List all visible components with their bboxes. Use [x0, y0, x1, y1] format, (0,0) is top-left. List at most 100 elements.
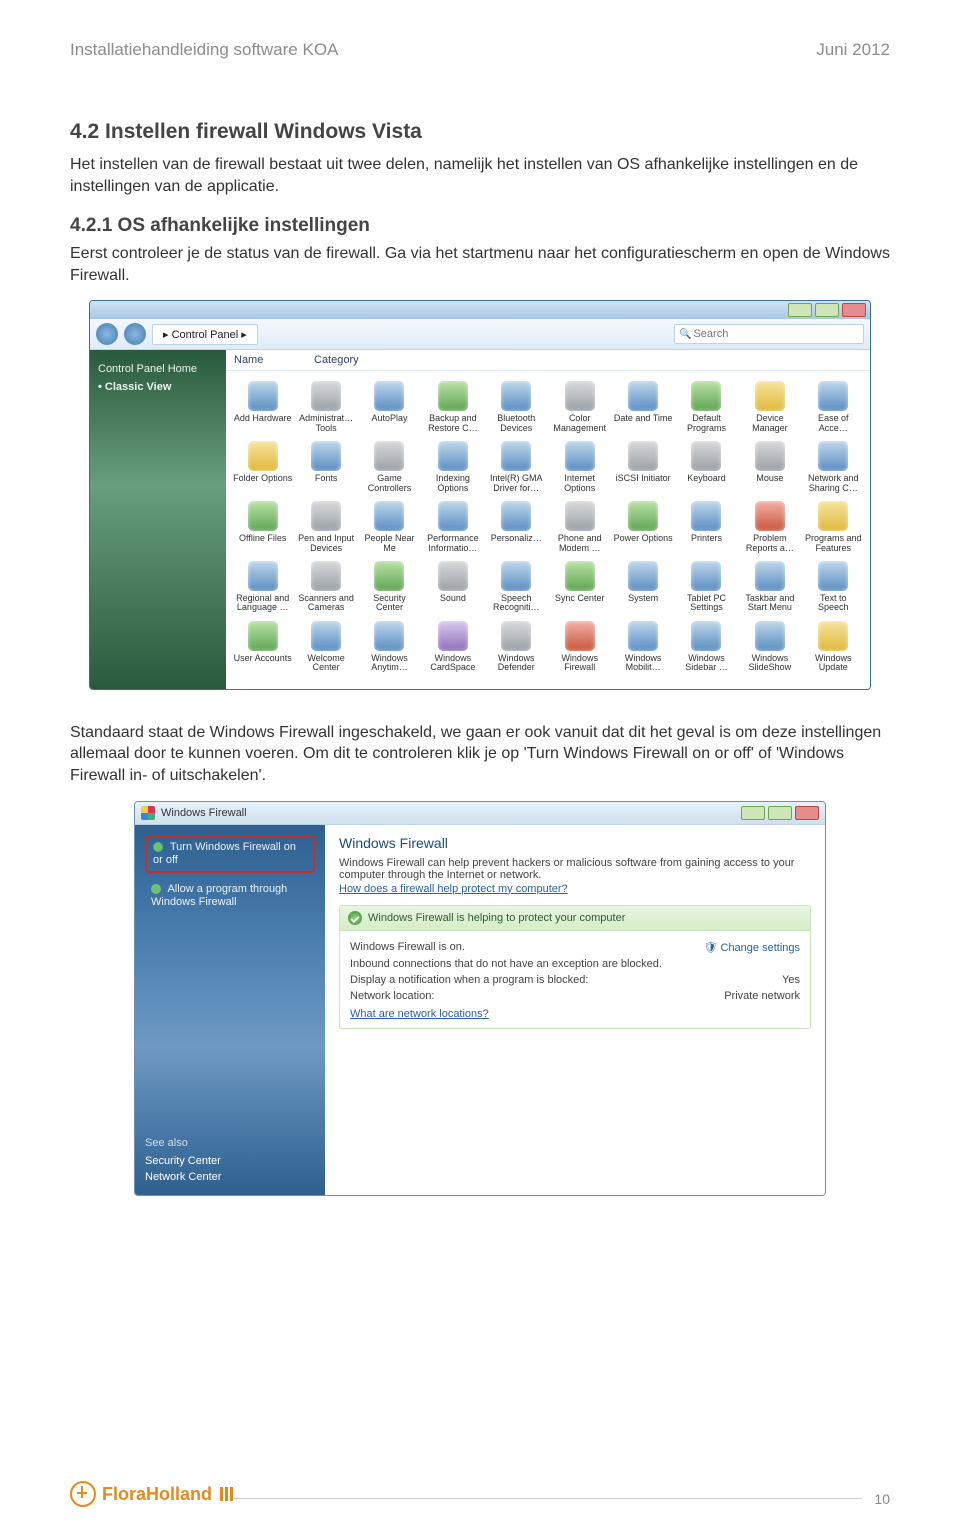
sidebar-item-classic[interactable]: • Classic View	[98, 378, 218, 396]
cp-item[interactable]: Performance Informatio…	[422, 499, 483, 555]
control-panel-window: ▸ Control Panel ▸ 🔍 Control Panel Home •…	[89, 300, 871, 689]
check-icon	[348, 911, 362, 925]
cp-item[interactable]: Problem Reports a…	[739, 499, 800, 555]
cp-item[interactable]: Backup and Restore C…	[422, 379, 483, 435]
cp-item[interactable]: Pen and Input Devices	[295, 499, 356, 555]
cp-item[interactable]: Personaliz…	[486, 499, 547, 555]
cp-item-icon	[501, 381, 531, 411]
search-box[interactable]: 🔍	[674, 324, 864, 344]
cp-item[interactable]: Scanners and Cameras	[295, 559, 356, 615]
nav-forward-icon[interactable]	[124, 323, 146, 345]
cp-item[interactable]: Phone and Modem …	[549, 499, 610, 555]
cp-item-label: Speech Recogniti…	[487, 594, 546, 613]
cp-item[interactable]: Power Options	[612, 499, 673, 555]
col-category[interactable]: Category	[314, 354, 359, 366]
cp-item[interactable]: People Near Me	[359, 499, 420, 555]
firewall-window-title: Windows Firewall	[161, 807, 247, 819]
nav-back-icon[interactable]	[96, 323, 118, 345]
cp-item[interactable]: Taskbar and Start Menu	[739, 559, 800, 615]
breadcrumb[interactable]: ▸ Control Panel ▸	[152, 324, 258, 345]
status-banner-text: Windows Firewall is helping to protect y…	[368, 912, 625, 924]
network-locations-help-link[interactable]: What are network locations?	[350, 1008, 489, 1020]
cp-item[interactable]: Windows SlideShow	[739, 619, 800, 675]
cp-item[interactable]: Intel(R) GMA Driver for…	[486, 439, 547, 495]
post-cp-text: Standaard staat de Windows Firewall inge…	[70, 722, 890, 787]
cp-item-icon	[501, 561, 531, 591]
cp-item[interactable]: Programs and Features	[803, 499, 864, 555]
cp-item[interactable]: Windows Update	[803, 619, 864, 675]
cp-item[interactable]: Ease of Acce…	[803, 379, 864, 435]
cp-item[interactable]: Printers	[676, 499, 737, 555]
cp-item[interactable]: AutoPlay	[359, 379, 420, 435]
cp-item-icon	[818, 381, 848, 411]
cp-item[interactable]: User Accounts	[232, 619, 293, 675]
minimize-button[interactable]	[788, 303, 812, 317]
cp-item[interactable]: Windows Sidebar …	[676, 619, 737, 675]
cp-item[interactable]: System	[612, 559, 673, 615]
cp-item[interactable]: Folder Options	[232, 439, 293, 495]
cp-item-icon	[628, 501, 658, 531]
cp-item-label: Ease of Acce…	[804, 414, 863, 433]
cp-item-icon	[755, 381, 785, 411]
firewall-window: Windows Firewall Turn Windows Firewall o…	[134, 801, 826, 1196]
change-settings-link[interactable]: 🛡 Change settings	[703, 941, 800, 954]
minimize-button[interactable]	[741, 806, 765, 820]
address-bar: ▸ Control Panel ▸ 🔍	[90, 319, 870, 350]
cp-item[interactable]: Windows Defender	[486, 619, 547, 675]
cp-item[interactable]: Default Programs	[676, 379, 737, 435]
task-allow-program[interactable]: Allow a program through Windows Firewall	[145, 881, 315, 911]
cp-item[interactable]: Game Controllers	[359, 439, 420, 495]
cp-item-label: Welcome Center	[296, 654, 355, 673]
cp-item[interactable]: Sound	[422, 559, 483, 615]
see-also-security-center[interactable]: Security Center	[145, 1153, 315, 1169]
cp-item[interactable]: Date and Time	[612, 379, 673, 435]
cp-item[interactable]: Speech Recogniti…	[486, 559, 547, 615]
cp-item[interactable]: Windows Anytim…	[359, 619, 420, 675]
cp-item[interactable]: Color Management	[549, 379, 610, 435]
shield-icon	[141, 806, 155, 820]
close-button[interactable]	[842, 303, 866, 317]
cp-item[interactable]: Network and Sharing C…	[803, 439, 864, 495]
cp-item[interactable]: Text to Speech	[803, 559, 864, 615]
cp-item[interactable]: Sync Center	[549, 559, 610, 615]
cp-item[interactable]: Windows CardSpace	[422, 619, 483, 675]
help-link[interactable]: How does a firewall help protect my comp…	[339, 883, 568, 895]
cp-item[interactable]: Add Hardware	[232, 379, 293, 435]
cp-item[interactable]: Fonts	[295, 439, 356, 495]
shield-dot-icon	[153, 842, 163, 852]
cp-item[interactable]: Windows Mobilit…	[612, 619, 673, 675]
firewall-desc: Windows Firewall can help prevent hacker…	[339, 857, 811, 881]
cp-item[interactable]: Device Manager	[739, 379, 800, 435]
cp-item[interactable]: Keyboard	[676, 439, 737, 495]
cp-item[interactable]: Offline Files	[232, 499, 293, 555]
cp-item[interactable]: Welcome Center	[295, 619, 356, 675]
cp-item[interactable]: Indexing Options	[422, 439, 483, 495]
cp-item[interactable]: Mouse	[739, 439, 800, 495]
cp-item-icon	[311, 501, 341, 531]
row-notify-label: Display a notification when a program is…	[350, 974, 588, 986]
cp-item[interactable]: Administrat… Tools	[295, 379, 356, 435]
maximize-button[interactable]	[768, 806, 792, 820]
maximize-button[interactable]	[815, 303, 839, 317]
cp-item-icon	[691, 621, 721, 651]
cp-item-icon	[818, 441, 848, 471]
cp-item-label: Personaliz…	[491, 534, 542, 543]
cp-item-icon	[755, 501, 785, 531]
col-name[interactable]: Name	[234, 354, 314, 366]
cp-item[interactable]: Bluetooth Devices	[486, 379, 547, 435]
close-button[interactable]	[795, 806, 819, 820]
cp-item[interactable]: Security Center	[359, 559, 420, 615]
cp-item[interactable]: Windows Firewall	[549, 619, 610, 675]
cp-item[interactable]: Regional and Language …	[232, 559, 293, 615]
cp-item[interactable]: iSCSI Initiator	[612, 439, 673, 495]
see-also-network-center[interactable]: Network Center	[145, 1169, 315, 1185]
search-icon: 🔍	[679, 329, 691, 340]
cp-item-label: Performance Informatio…	[423, 534, 482, 553]
task-allow-program-label: Allow a program through Windows Firewall	[151, 883, 287, 908]
cp-item-icon	[818, 501, 848, 531]
cp-item[interactable]: Tablet PC Settings	[676, 559, 737, 615]
search-input[interactable]	[691, 327, 859, 341]
task-turn-firewall[interactable]: Turn Windows Firewall on or off	[145, 835, 315, 873]
cp-item[interactable]: Internet Options	[549, 439, 610, 495]
sidebar-item-home[interactable]: Control Panel Home	[98, 360, 218, 378]
